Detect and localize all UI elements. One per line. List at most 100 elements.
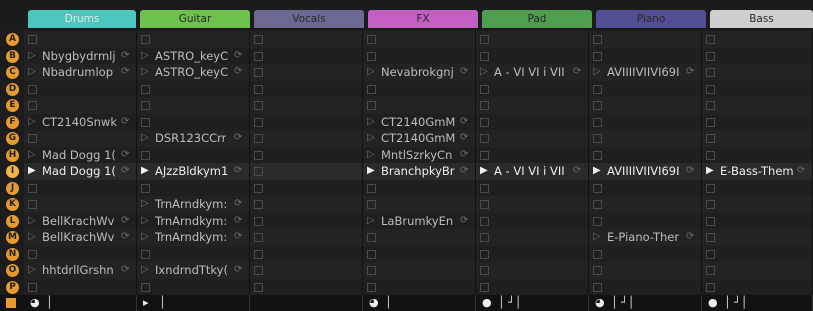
- clip-slot-filled[interactable]: ▷ BellKrachWv ⟳: [24, 229, 137, 246]
- clip-slot-empty[interactable]: [476, 179, 589, 196]
- clip-slot-filled[interactable]: ▷ E-Piano-Ther ⟳: [589, 229, 702, 246]
- clip-slot-empty[interactable]: [702, 130, 813, 147]
- play-icon[interactable]: ▷: [141, 199, 149, 209]
- empty-slot-square-icon[interactable]: [480, 233, 489, 242]
- empty-slot-square-icon[interactable]: [367, 51, 376, 61]
- clip-slot-filled[interactable]: ▷ hhtdrllGrshn ⟳: [24, 262, 137, 279]
- clip-slot-empty[interactable]: [363, 229, 476, 246]
- empty-slot-square-icon[interactable]: [706, 35, 715, 44]
- stop-all-button[interactable]: [6, 298, 16, 308]
- play-icon[interactable]: ▶: [593, 166, 601, 176]
- clip-slot-empty[interactable]: [137, 97, 250, 114]
- scene-launch-button-i[interactable]: I: [6, 165, 19, 178]
- clip-slot-empty[interactable]: [250, 179, 363, 196]
- clip-slot-empty[interactable]: [476, 80, 589, 97]
- empty-slot-square-icon[interactable]: [141, 183, 150, 193]
- clip-slot-empty[interactable]: [476, 97, 589, 114]
- play-icon[interactable]: ▶: [141, 166, 149, 176]
- clip-slot-empty[interactable]: [250, 113, 363, 130]
- empty-slot-square-icon[interactable]: [367, 266, 376, 275]
- empty-slot-square-icon[interactable]: [367, 35, 376, 44]
- empty-slot-square-icon[interactable]: [480, 282, 489, 292]
- clip-slot-filled[interactable]: ▶ E-Bass-Them ⟳: [702, 163, 813, 180]
- clip-slot-empty[interactable]: [476, 47, 589, 64]
- clip-slot-filled[interactable]: ▶ BranchpkyBr ⟳: [363, 163, 476, 180]
- clip-slot-empty[interactable]: [589, 130, 702, 147]
- clip-slot-empty[interactable]: [702, 31, 813, 48]
- clip-slot-empty[interactable]: [702, 196, 813, 213]
- empty-slot-square-icon[interactable]: [480, 266, 489, 275]
- clip-slot-filled[interactable]: ▷ DSR123CCrr ⟳: [137, 130, 250, 147]
- empty-slot-square-icon[interactable]: [254, 117, 263, 127]
- empty-slot-square-icon[interactable]: [141, 150, 150, 160]
- empty-slot-square-icon[interactable]: [141, 35, 150, 44]
- clip-slot-empty[interactable]: [589, 146, 702, 163]
- scene-launch-button-m[interactable]: M: [6, 231, 19, 244]
- clip-slot-empty[interactable]: [589, 262, 702, 279]
- play-icon[interactable]: ▷: [28, 215, 36, 226]
- empty-slot-square-icon[interactable]: [706, 51, 715, 61]
- clip-slot-filled[interactable]: ▷ A - VI VI i VII ⟳: [476, 64, 589, 81]
- track-header-vocals[interactable]: Vocals: [254, 10, 364, 28]
- clip-slot-empty[interactable]: [137, 179, 250, 196]
- play-icon[interactable]: ▷: [141, 133, 149, 143]
- empty-slot-square-icon[interactable]: [254, 167, 263, 176]
- play-icon[interactable]: ▷: [593, 67, 601, 77]
- clip-slot-empty[interactable]: [137, 31, 250, 48]
- empty-slot-square-icon[interactable]: [593, 35, 602, 44]
- play-icon[interactable]: ▷: [28, 149, 36, 160]
- clip-slot-empty[interactable]: [137, 80, 250, 97]
- play-icon[interactable]: ▶: [367, 166, 375, 176]
- clip-slot-empty[interactable]: [363, 80, 476, 97]
- scene-launch-button-j[interactable]: J: [6, 181, 19, 195]
- play-icon[interactable]: ▷: [141, 215, 149, 226]
- empty-slot-square-icon[interactable]: [28, 134, 37, 143]
- empty-slot-square-icon[interactable]: [480, 200, 489, 209]
- empty-slot-square-icon[interactable]: [593, 117, 602, 127]
- empty-slot-square-icon[interactable]: [480, 216, 489, 226]
- clip-slot-empty[interactable]: [589, 80, 702, 97]
- track-header-drums[interactable]: Drums: [28, 10, 136, 28]
- empty-slot-square-icon[interactable]: [593, 183, 602, 193]
- clip-slot-empty[interactable]: [702, 97, 813, 114]
- empty-slot-square-icon[interactable]: [28, 35, 37, 44]
- clip-slot-filled[interactable]: ▷ BellKrachWv ⟳: [24, 212, 137, 229]
- clip-slot-empty[interactable]: [589, 179, 702, 196]
- empty-slot-square-icon[interactable]: [706, 84, 715, 94]
- clip-slot-filled[interactable]: ▷ ASTRO_keyC ⟳: [137, 64, 250, 81]
- clip-slot-empty[interactable]: [702, 229, 813, 246]
- scene-launch-button-e[interactable]: E: [6, 99, 19, 112]
- clip-slot-filled[interactable]: ▶ Mad Dogg 1(⟳: [24, 163, 137, 180]
- empty-slot-square-icon[interactable]: [593, 200, 602, 209]
- clip-slot-empty[interactable]: [589, 278, 702, 295]
- empty-slot-square-icon[interactable]: [254, 150, 263, 160]
- clip-slot-empty[interactable]: [24, 196, 137, 213]
- empty-slot-square-icon[interactable]: [706, 216, 715, 226]
- clip-slot-empty[interactable]: [476, 229, 589, 246]
- empty-slot-square-icon[interactable]: [254, 183, 263, 193]
- clip-slot-empty[interactable]: [702, 64, 813, 81]
- empty-slot-square-icon[interactable]: [367, 282, 376, 292]
- empty-slot-square-icon[interactable]: [480, 35, 489, 44]
- empty-slot-square-icon[interactable]: [141, 101, 150, 110]
- clip-slot-empty[interactable]: [702, 179, 813, 196]
- clip-slot-empty[interactable]: [137, 146, 250, 163]
- empty-slot-square-icon[interactable]: [141, 117, 150, 127]
- empty-slot-square-icon[interactable]: [367, 183, 376, 193]
- empty-slot-square-icon[interactable]: [480, 84, 489, 94]
- clip-slot-empty[interactable]: [476, 146, 589, 163]
- play-icon[interactable]: ▷: [28, 116, 36, 127]
- clip-slot-empty[interactable]: [702, 262, 813, 279]
- play-icon[interactable]: ▶: [706, 166, 714, 176]
- empty-slot-square-icon[interactable]: [593, 216, 602, 226]
- clip-slot-empty[interactable]: [476, 130, 589, 147]
- clip-slot-empty[interactable]: [589, 113, 702, 130]
- clip-slot-filled[interactable]: ▷ CT2140Snwk ⟳: [24, 113, 137, 130]
- empty-slot-square-icon[interactable]: [367, 101, 376, 110]
- empty-slot-square-icon[interactable]: [706, 117, 715, 127]
- clip-slot-empty[interactable]: [250, 146, 363, 163]
- empty-slot-square-icon[interactable]: [706, 150, 715, 160]
- empty-slot-square-icon[interactable]: [706, 183, 715, 193]
- clip-slot-filled[interactable]: ▷ CT2140GmM ⟳: [363, 130, 476, 147]
- empty-slot-square-icon[interactable]: [254, 200, 263, 209]
